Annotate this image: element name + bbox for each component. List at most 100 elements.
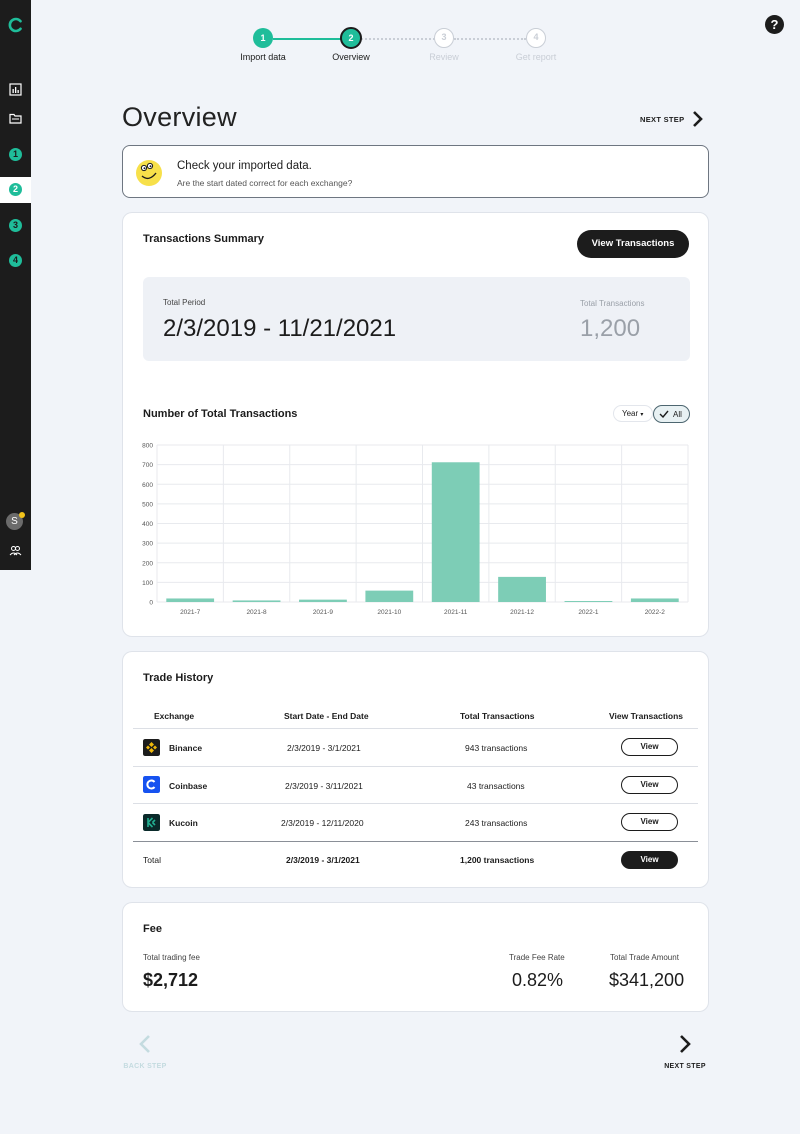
notification-dot <box>19 512 25 518</box>
x-tick-label: 2021-7 <box>180 609 201 616</box>
chart-bar <box>166 598 215 602</box>
chart-bar <box>564 601 613 602</box>
table-divider <box>133 803 698 804</box>
step-4-label: Get report <box>515 52 557 62</box>
fee-card: Fee Total trading fee $2,712 Trade Fee R… <box>122 902 709 1012</box>
chart-bar <box>431 462 480 602</box>
stepper-line-pending <box>454 38 526 40</box>
step-2-label: Overview <box>332 52 370 62</box>
check-icon <box>659 410 669 418</box>
next-step-button-bottom[interactable]: NEXT STEP <box>662 1034 708 1070</box>
header-exchange: Exchange <box>154 711 195 721</box>
step-3-circle[interactable]: 3 <box>434 28 454 48</box>
view-coinbase-button[interactable]: View <box>621 776 678 794</box>
app-logo-icon[interactable] <box>8 17 24 33</box>
chart-bar <box>630 598 679 602</box>
view-kucoin-button[interactable]: View <box>621 813 678 831</box>
view-total-button[interactable]: View <box>621 851 678 869</box>
total-period-value: 2/3/2019 - 11/21/2021 <box>163 315 397 342</box>
back-step-button[interactable]: BACK STEP <box>122 1034 168 1070</box>
chart-bar <box>232 600 281 602</box>
sidebar-step-active[interactable]: 2 <box>0 177 31 203</box>
x-tick-label: 2022-2 <box>645 609 666 616</box>
chevron-right-icon <box>693 111 704 127</box>
transactions-summary-card: Transactions Summary View Transactions T… <box>122 212 709 637</box>
x-tick-label: 2021-12 <box>510 609 534 616</box>
step-2-circle[interactable]: 2 <box>340 27 362 49</box>
next-step-label: NEXT STEP <box>640 114 685 124</box>
chart-bar <box>299 599 347 602</box>
exchange-name: Kucoin <box>169 818 198 828</box>
next-step-button-top[interactable]: NEXT STEP <box>640 110 704 128</box>
y-tick-label: 300 <box>142 541 153 548</box>
x-tick-label: 2021-11 <box>444 609 468 616</box>
date-range: 2/3/2019 - 3/11/2021 <box>285 781 363 791</box>
header-view-transactions: View Transactions <box>609 711 684 721</box>
x-tick-label: 2021-10 <box>377 609 401 616</box>
table-divider <box>133 728 698 729</box>
year-filter-dropdown[interactable]: Year ▾ <box>613 405 653 422</box>
year-filter-label: Year <box>622 409 639 418</box>
sidebar: 1 2 3 4 S <box>0 0 31 570</box>
help-icon[interactable]: ? <box>765 15 784 34</box>
back-step-label: BACK STEP <box>123 1063 167 1070</box>
exchange-name: Binance <box>169 743 203 753</box>
page-title: Overview <box>122 102 237 132</box>
banner-subtitle: Are the start dated correct for each exc… <box>177 178 353 188</box>
all-filter-toggle[interactable]: All <box>653 405 690 423</box>
sidebar-step-1[interactable]: 1 <box>9 148 22 161</box>
transaction-count: 43 transactions <box>467 781 525 791</box>
step-1-label: Import data <box>240 52 286 62</box>
step-4-circle[interactable]: 4 <box>526 28 546 48</box>
dashboard-icon[interactable] <box>9 83 22 96</box>
view-transactions-button[interactable]: View Transactions <box>577 230 689 258</box>
total-date-range: 2/3/2019 - 3/1/2021 <box>286 855 360 865</box>
coinbase-icon <box>143 776 160 793</box>
y-tick-label: 600 <box>142 482 153 489</box>
banner-title: Check your imported data. <box>177 160 312 172</box>
transaction-count: 243 transactions <box>465 818 528 828</box>
trade-amount-value: $341,200 <box>609 970 685 990</box>
sidebar-step-2[interactable]: 2 <box>9 183 22 196</box>
view-binance-button[interactable]: View <box>621 738 678 756</box>
transactions-bar-chart: 0 100 200 300 400 500 600 700 800 2021-7 2021-8 202… <box>142 443 689 616</box>
header-total-transactions: Total Transactions <box>460 711 535 721</box>
step-1-circle[interactable]: 1 <box>253 28 273 48</box>
users-icon[interactable] <box>9 544 22 557</box>
trading-fee-value: $2,712 <box>143 970 199 990</box>
y-tick-label: 500 <box>142 501 153 508</box>
trade-history-card: Trade History Exchange Start Date - End … <box>122 651 709 888</box>
total-transaction-count: 1,200 transactions <box>460 855 535 865</box>
y-tick-label: 800 <box>142 443 153 450</box>
summary-title: Transactions Summary <box>143 233 265 245</box>
y-tick-label: 700 <box>142 462 153 469</box>
period-summary-box: Total Period 2/3/2019 - 11/21/2021 Total… <box>143 277 690 361</box>
transaction-count: 943 transactions <box>465 743 528 753</box>
fee-title: Fee <box>143 923 162 935</box>
sidebar-step-3[interactable]: 3 <box>9 219 22 232</box>
chart-bar <box>365 590 414 602</box>
sidebar-step-4[interactable]: 4 <box>9 254 22 267</box>
chart-title: Number of Total Transactions <box>143 408 298 420</box>
y-tick-label: 0 <box>149 600 153 607</box>
kucoin-icon <box>143 814 160 831</box>
header-dates: Start Date - End Date <box>284 711 369 721</box>
total-label: Total <box>143 855 161 865</box>
total-transactions-label: Total Transactions <box>580 299 645 308</box>
all-filter-label: All <box>673 410 682 419</box>
exchange-name: Coinbase <box>169 781 208 791</box>
step-3-label: Review <box>429 52 459 62</box>
caret-down-icon: ▾ <box>640 412 644 418</box>
chevron-left-icon <box>139 1035 150 1053</box>
trading-fee-label: Total trading fee <box>143 953 200 962</box>
x-tick-label: 2022-1 <box>578 609 599 616</box>
next-step-label: NEXT STEP <box>664 1063 706 1070</box>
stepper-line-done <box>273 38 341 40</box>
total-transactions-value: 1,200 <box>580 315 641 342</box>
trade-history-title: Trade History <box>143 672 214 684</box>
x-tick-label: 2021-8 <box>246 609 267 616</box>
y-tick-label: 400 <box>142 521 153 528</box>
folder-icon[interactable] <box>9 112 22 125</box>
fee-rate-label: Trade Fee Rate <box>509 953 565 962</box>
date-range: 2/3/2019 - 12/11/2020 <box>281 818 364 828</box>
